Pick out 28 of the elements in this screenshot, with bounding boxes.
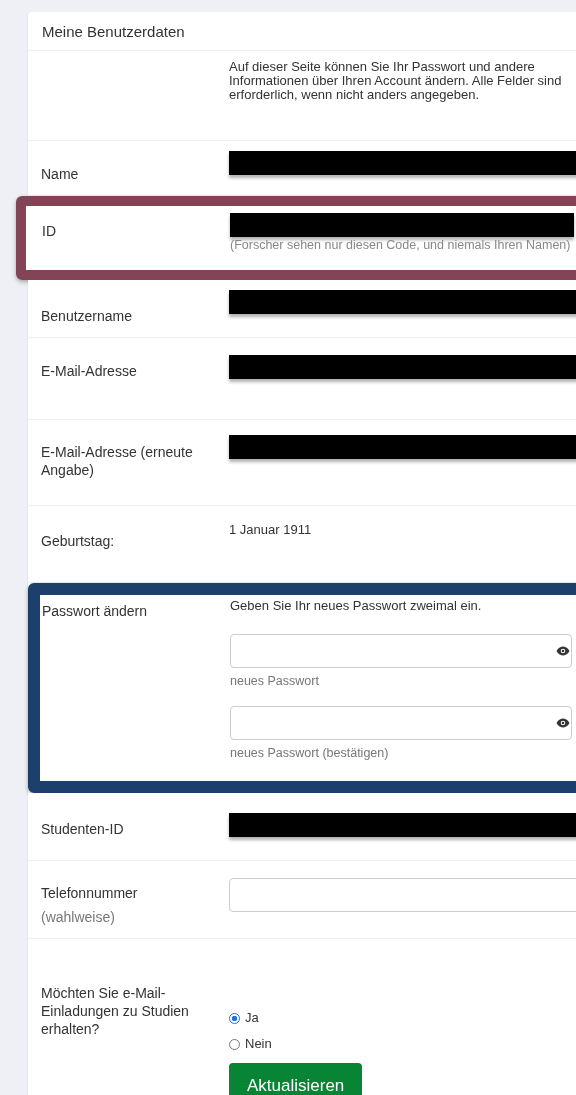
password-field[interactable]	[230, 634, 572, 668]
field-label: Möchten Sie e-Mail-Einladungen zu Studien erhalten?	[41, 984, 190, 1038]
intro-text: Auf dieser Seite können Sie Ihr Passwort und andere Informationen über Ihren Account ändern. Alle Felder sind erforderlich, wenn nicht anders angegeben.	[229, 60, 563, 102]
option-label[interactable]: Ja	[245, 1009, 259, 1025]
field-label: Telefonnummer	[41, 884, 139, 902]
field-hint: neues Passwort (bestätigen)	[230, 745, 390, 761]
field-label: Passwort ändern	[42, 602, 149, 620]
update-button[interactable]: Aktualisieren	[229, 1063, 363, 1095]
password-field[interactable]	[230, 706, 572, 740]
field-label: E-Mail-Adresse	[41, 362, 138, 380]
field-label: Studenten-ID	[41, 820, 125, 838]
instruction-text: Geben Sie Ihr neues Passwort zweimal ein.	[230, 598, 483, 614]
eye-icon[interactable]	[556, 646, 570, 656]
field-label: Name	[41, 165, 80, 183]
option-label[interactable]: Nein	[245, 1035, 272, 1051]
phone-field[interactable]	[229, 878, 576, 912]
field-label: E-Mail-Adresse (erneute Angabe)	[41, 443, 194, 479]
optional-note: (wahlweise)	[41, 908, 115, 926]
field-label: Geburtstag:	[41, 532, 116, 550]
field-hint: neues Passwort	[230, 673, 320, 689]
radio-button[interactable]	[229, 1013, 240, 1024]
help-text: (Forscher sehen nur diesen Code, und niemals Ihren Namen)	[230, 239, 572, 252]
card-title: Meine Benutzerdaten	[42, 22, 185, 40]
field-label: Benutzername	[41, 307, 134, 325]
birthday-value: 1 Januar 1911	[229, 522, 313, 538]
radio-button[interactable]	[229, 1039, 240, 1050]
eye-icon[interactable]	[556, 718, 570, 728]
field-label: ID	[42, 222, 57, 240]
